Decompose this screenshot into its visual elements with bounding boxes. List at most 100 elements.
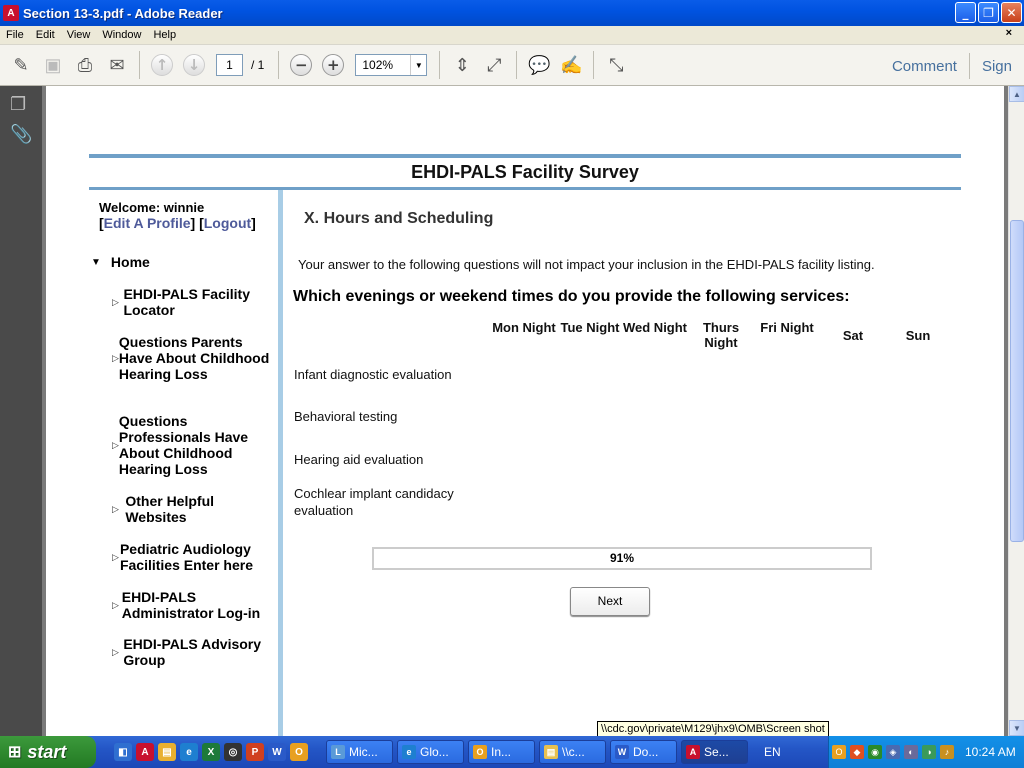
column-header-fri: Fri Night — [760, 320, 814, 335]
windows-logo-icon: ⊞ — [8, 744, 22, 761]
taskbar-item-browser[interactable]: e Glo... — [397, 740, 464, 764]
volume-tray-icon[interactable]: ♪ — [940, 745, 954, 759]
menu-view[interactable]: View — [61, 29, 97, 41]
progress-label: 91% — [609, 551, 635, 565]
nav-item-admin-login[interactable]: ▷ EHDI-PALS Administrator Log-in — [112, 589, 272, 621]
print-icon[interactable]: ⎙ — [72, 52, 98, 78]
menu-window[interactable]: Window — [96, 29, 147, 41]
save-icon[interactable]: ▣ — [40, 52, 66, 78]
outlook-tray-icon[interactable]: O — [832, 745, 846, 759]
nav-item-helpful-websites[interactable]: ▷ Other Helpful Websites — [112, 493, 272, 525]
next-button[interactable]: Next — [570, 587, 650, 616]
language-indicator[interactable]: EN — [764, 745, 781, 759]
excel-icon[interactable]: X — [202, 743, 220, 761]
next-page-icon[interactable]: ↓ — [183, 54, 205, 76]
toolbar-divider — [439, 51, 441, 79]
start-label: start — [27, 741, 67, 762]
nav-item-parents-questions[interactable]: ▷ Questions Parents Have About Childhood… — [112, 334, 272, 382]
navigation-pane: ❐ 📎 — [0, 86, 42, 736]
powerpoint-icon[interactable]: P — [246, 743, 264, 761]
toolbar-divider — [278, 51, 280, 79]
menu-bar: File Edit View Window Help × — [0, 26, 1024, 44]
task-label: \\c... — [562, 745, 585, 759]
minimize-button[interactable]: _ — [955, 2, 976, 23]
security-tray-icon[interactable]: ◐ — [904, 745, 918, 759]
sidebar-divider — [278, 190, 283, 736]
nav-item-label: EHDI-PALS Facility Locator — [123, 286, 250, 318]
outlook-icon[interactable]: O — [290, 743, 308, 761]
edit-profile-link[interactable]: Edit A Profile — [104, 215, 191, 231]
scroll-thumb[interactable] — [1010, 220, 1024, 542]
close-button[interactable]: ✕ — [1001, 2, 1022, 23]
internet-explorer-icon[interactable]: e — [180, 743, 198, 761]
shield-tray-icon[interactable]: ◑ — [922, 745, 936, 759]
create-pdf-icon[interactable]: ✎ — [8, 52, 34, 78]
taskbar-item-explorer[interactable]: ▤ \\c... — [539, 740, 606, 764]
app-tray-icon[interactable]: ◆ — [850, 745, 864, 759]
sync-tray-icon[interactable]: ◈ — [886, 745, 900, 759]
zoom-value: 102% — [362, 58, 394, 72]
nav-item-audiology-facilities[interactable]: ▷ Pediatric Audiology Facilities Enter h… — [112, 541, 272, 573]
taskbar-item-lync[interactable]: L Mic... — [326, 740, 393, 764]
sign-button[interactable]: Sign — [970, 58, 1024, 75]
logout-link[interactable]: Logout — [204, 215, 251, 231]
zoom-in-icon[interactable]: + — [322, 54, 345, 76]
maximize-button[interactable]: ❐ — [978, 2, 999, 23]
quick-launch: ◧ A ▤ e X ◎ P W O — [114, 743, 308, 761]
app-icon[interactable]: ◎ — [224, 743, 242, 761]
clock: 10:24 AM — [965, 745, 1016, 759]
email-icon[interactable]: ✉ — [104, 52, 130, 78]
folder-icon[interactable]: ▤ — [158, 743, 176, 761]
zoom-out-icon[interactable]: − — [290, 54, 313, 76]
page-thumbnails-icon[interactable]: ❐ — [10, 94, 30, 116]
column-header-wed: Wed Night — [622, 320, 688, 335]
taskbar-item-adobe-reader[interactable]: A Se... — [681, 740, 748, 764]
start-button[interactable]: ⊞ start — [0, 736, 96, 768]
menu-help[interactable]: Help — [147, 29, 182, 41]
nav-item-label: Questions Professionals Have About Child… — [118, 413, 249, 477]
full-screen-icon[interactable]: ⤡ — [603, 52, 629, 78]
pdf-page: EHDI-PALS Facility Survey Welcome: winni… — [46, 86, 1004, 736]
column-header-mon: Mon Night — [492, 320, 556, 335]
vertical-scrollbar[interactable]: ▲ ▼ — [1008, 86, 1024, 736]
menu-file[interactable]: File — [0, 29, 30, 41]
acrobat-icon[interactable]: A — [136, 743, 154, 761]
nav-item-label: Pediatric Audiology Facilities Enter her… — [119, 541, 254, 573]
intro-text: Your answer to the following questions w… — [298, 257, 875, 272]
row-label-cochlear-implant: Cochlear implant candidacy evaluation — [294, 486, 454, 518]
triangle-right-icon: ▷ — [112, 352, 119, 363]
zoom-select[interactable]: 102% ▼ — [355, 54, 428, 76]
nav-item-label: EHDI-PALS Administrator Log-in — [121, 589, 261, 621]
fit-width-icon[interactable]: ⇕ — [449, 52, 475, 78]
show-desktop-icon[interactable]: ◧ — [114, 743, 132, 761]
nav-item-advisory-group[interactable]: ▷ EHDI-PALS Advisory Group — [112, 636, 272, 668]
nav-home[interactable]: ▼ Home — [91, 254, 150, 270]
column-header-thurs: Thurs Night — [702, 320, 740, 350]
toolbar-right: Comment Sign — [880, 45, 1024, 87]
taskbar-item-outlook[interactable]: O In... — [468, 740, 535, 764]
comment-button[interactable]: Comment — [880, 58, 969, 75]
sticky-note-icon[interactable]: 💬 — [526, 52, 552, 78]
toolbar-divider — [139, 51, 140, 79]
nav-item-facility-locator[interactable]: ▷ EHDI-PALS Facility Locator — [112, 286, 272, 318]
triangle-down-icon: ▼ — [91, 256, 101, 268]
menu-edit[interactable]: Edit — [30, 29, 61, 41]
attachments-icon[interactable]: 📎 — [10, 124, 32, 146]
acrobat-icon: A — [686, 745, 700, 759]
task-label: Mic... — [349, 745, 378, 759]
network-tray-icon[interactable]: ◉ — [868, 745, 882, 759]
nav-item-professionals-questions[interactable]: ▷ Questions Professionals Have About Chi… — [112, 413, 272, 477]
page-number-input[interactable]: 1 — [216, 54, 243, 76]
taskbar-item-word[interactable]: W Do... — [610, 740, 677, 764]
column-header-sun: Sun — [905, 328, 931, 343]
previous-page-icon[interactable]: ↑ — [151, 54, 173, 76]
close-document-button[interactable]: × — [1000, 27, 1018, 39]
chevron-down-icon[interactable]: ▼ — [410, 55, 426, 75]
scroll-up-icon[interactable]: ▲ — [1009, 86, 1024, 102]
title-bar: A Section 13-3.pdf - Adobe Reader _ ❐ ✕ — [0, 0, 1024, 26]
scroll-down-icon[interactable]: ▼ — [1009, 720, 1024, 736]
highlight-text-icon[interactable]: ✍ — [558, 52, 584, 78]
word-icon[interactable]: W — [268, 743, 286, 761]
fit-page-icon[interactable]: ⤢ — [481, 52, 507, 78]
page-total: / 1 — [251, 58, 265, 72]
